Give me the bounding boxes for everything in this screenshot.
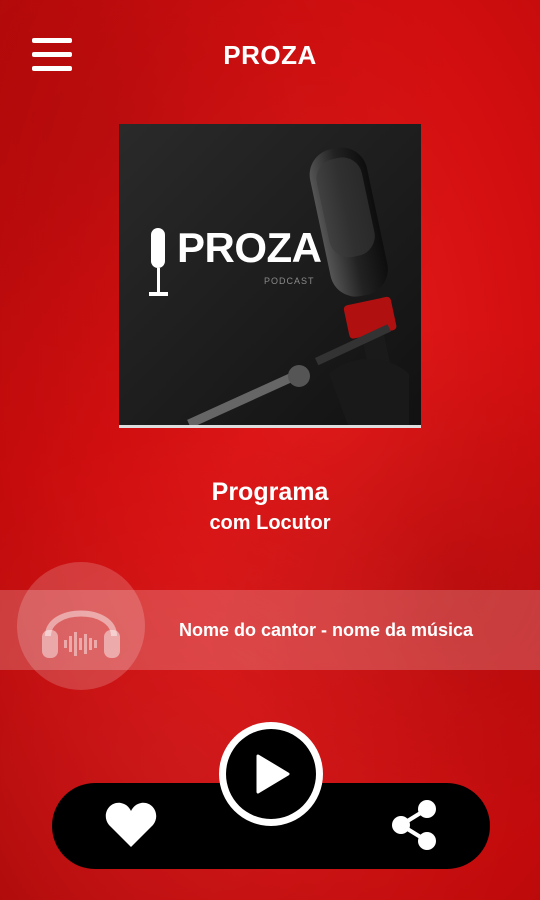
share-icon[interactable] <box>387 797 443 853</box>
play-button[interactable] <box>219 722 323 826</box>
heart-icon[interactable] <box>103 797 159 853</box>
headphones-icon <box>42 610 120 658</box>
now-playing-text: Nome do cantor - nome da música <box>179 620 474 640</box>
app-title: PROZA <box>223 40 317 70</box>
play-icon[interactable] <box>252 752 292 796</box>
play-button-inner[interactable] <box>226 729 316 819</box>
program-host: com Locutor <box>209 512 331 534</box>
cover-brand-word: PROZA <box>177 224 322 271</box>
program-title: Programa <box>211 478 329 506</box>
cover-brand-subtitle: PODCAST <box>264 276 315 286</box>
podcast-cover-art: PROZA PODCAST <box>119 124 421 428</box>
